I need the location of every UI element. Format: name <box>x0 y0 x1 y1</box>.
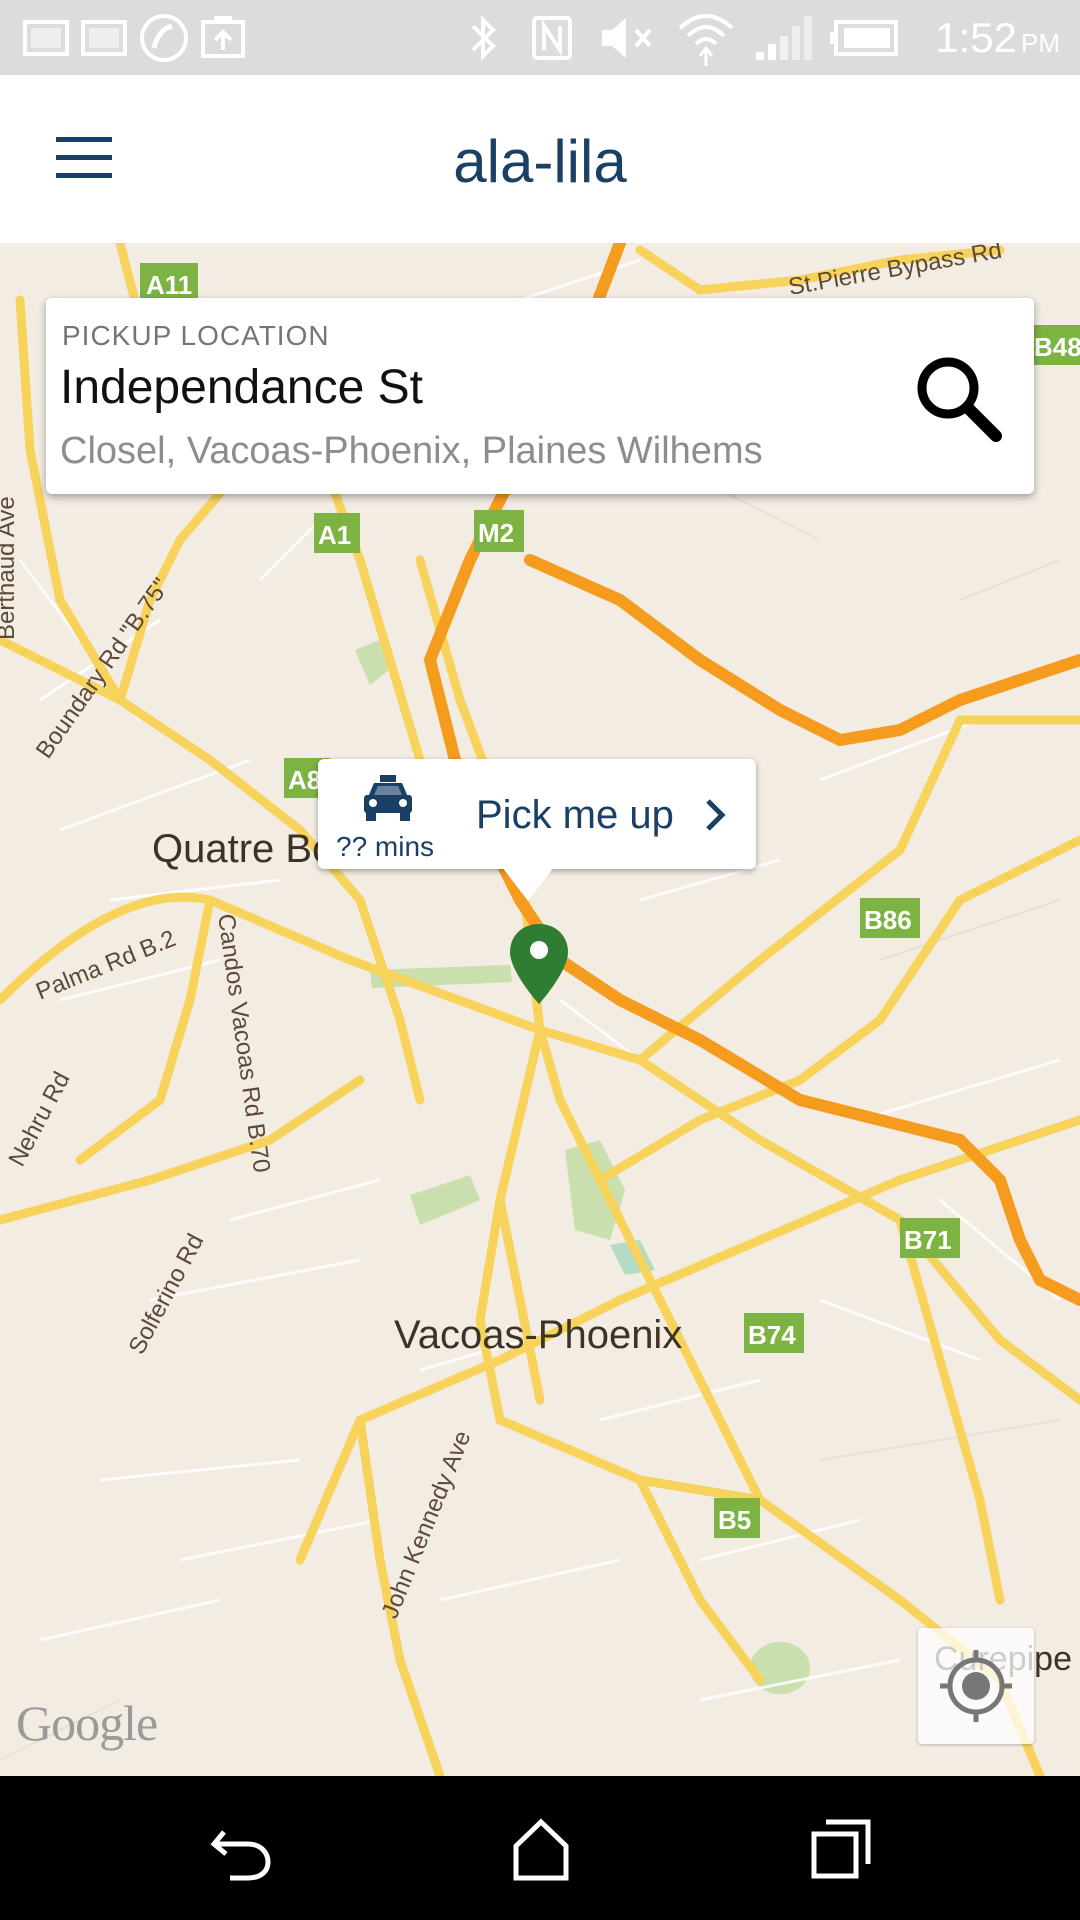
recent-apps-icon[interactable] <box>806 1814 876 1884</box>
svg-text:B5: B5 <box>718 1505 751 1535</box>
svg-text:B74: B74 <box>748 1320 796 1350</box>
my-location-icon <box>940 1650 1012 1722</box>
pickup-street: Independance St <box>60 361 423 414</box>
route-shield: B71 <box>900 1218 960 1258</box>
svg-text:A11: A11 <box>146 270 192 300</box>
pickup-location-card[interactable]: PICKUP LOCATION Independance St Closel, … <box>46 298 1034 494</box>
pickup-area: Closel, Vacoas-Phoenix, Plaines Wilhems <box>60 430 763 472</box>
home-icon[interactable] <box>506 1814 576 1884</box>
route-shield: B5 <box>714 1498 760 1538</box>
clipboard-upload-icon <box>201 16 245 58</box>
app-title: ala-lila <box>453 128 627 195</box>
taxi-icon <box>364 775 412 821</box>
gallery-notification-icon <box>81 20 127 56</box>
phone-call-icon <box>140 14 188 62</box>
mute-icon <box>602 18 652 58</box>
route-shield: B48 <box>1030 325 1080 365</box>
status-bar: 1:52 PM <box>0 0 1080 75</box>
svg-text:B71: B71 <box>904 1225 952 1255</box>
navigation-bar <box>0 1776 1080 1920</box>
google-attribution: Google <box>16 1695 158 1751</box>
back-icon[interactable] <box>206 1814 276 1884</box>
route-shield: B86 <box>860 898 920 938</box>
svg-text:B86: B86 <box>864 905 912 935</box>
chevron-right-icon <box>706 799 726 831</box>
route-shield: A11 <box>140 263 198 303</box>
pick-me-up-button[interactable]: ?? mins Pick me up <box>318 759 756 901</box>
route-shield: M2 <box>474 510 524 552</box>
svg-text:A1: A1 <box>318 520 351 550</box>
status-time: 1:52 PM <box>935 14 1060 61</box>
eta-text: ?? mins <box>336 831 435 862</box>
place-label: Quatre Bo <box>152 827 334 871</box>
cellular-signal-icon <box>756 16 812 60</box>
route-shield: A1 <box>314 513 360 553</box>
route-shield: B74 <box>744 1313 804 1353</box>
gallery-notification-icon <box>23 20 69 56</box>
svg-text:B48: B48 <box>1034 332 1080 362</box>
wifi-icon <box>678 14 734 66</box>
place-label: Vacoas-Phoenix <box>394 1313 682 1357</box>
location-pin-icon[interactable] <box>508 922 570 1006</box>
bluetooth-icon <box>471 15 496 61</box>
svg-text:A8: A8 <box>288 765 321 795</box>
road-label: Berthaud Ave <box>0 496 20 640</box>
nfc-icon <box>532 16 572 60</box>
bubble-tail <box>502 867 554 901</box>
svg-text:M2: M2 <box>478 518 514 548</box>
search-icon[interactable] <box>908 348 1008 448</box>
pickup-label: PICKUP LOCATION <box>62 320 330 351</box>
my-location-button[interactable] <box>918 1628 1034 1744</box>
app-bar: ala-lila <box>0 75 1080 243</box>
battery-icon <box>830 20 898 56</box>
pick-me-up-label: Pick me up <box>476 793 674 837</box>
